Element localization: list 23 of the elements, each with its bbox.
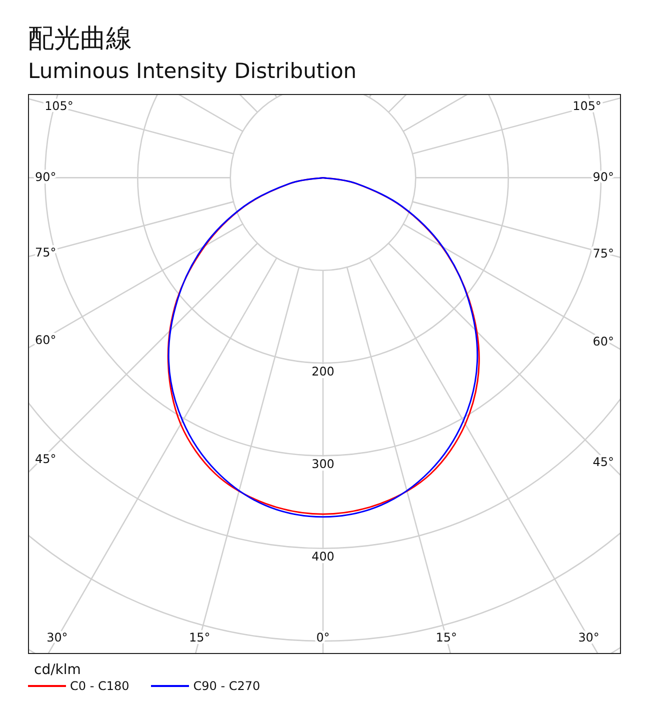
angle-label: 15°	[436, 630, 457, 644]
radial-tick-label: 400	[312, 550, 334, 564]
chart-title: 配光曲線	[28, 23, 133, 56]
legend-label: C0 - C180	[70, 679, 130, 693]
angle-label: 105°	[44, 99, 74, 114]
angle-label: 45°	[35, 452, 56, 466]
angle-label: 105°	[572, 99, 602, 114]
angle-label: 30°	[46, 630, 68, 644]
angle-label: 30°	[578, 630, 600, 644]
angle-label: 0°	[316, 630, 330, 644]
legend-label: C90 - C270	[193, 679, 260, 693]
chart-subtitle: Luminous Intensity Distribution	[28, 58, 358, 85]
unit-label: cd/klm	[34, 662, 81, 678]
radial-tick-label: 300	[312, 456, 334, 471]
angle-label: 45°	[592, 454, 614, 469]
angle-label: 75°	[35, 246, 56, 260]
angle-label: 75°	[592, 246, 614, 260]
angle-label: 90°	[592, 170, 614, 184]
angle-label: 60°	[35, 332, 56, 347]
angle-label: 90°	[35, 170, 56, 184]
angle-label: 15°	[189, 630, 210, 644]
radial-tick-label: 200	[312, 364, 334, 378]
angle-label: 60°	[592, 334, 614, 348]
